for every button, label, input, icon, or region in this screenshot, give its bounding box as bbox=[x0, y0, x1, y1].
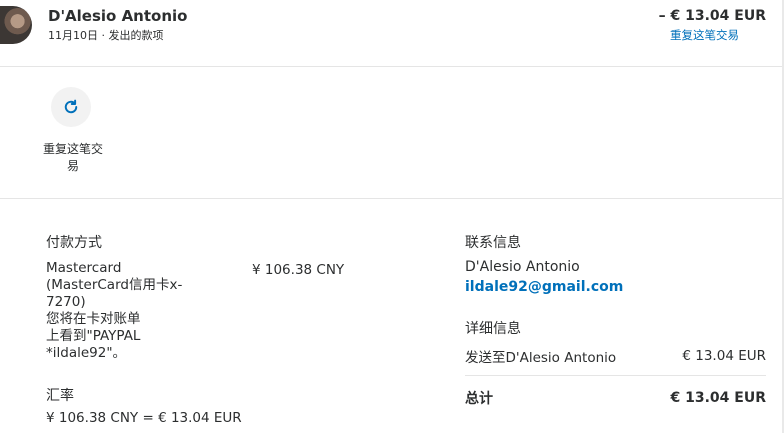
payment-method-description: Mastercard (MasterCard信用卡x- 7270) 您将在卡对账… bbox=[46, 260, 196, 362]
contact-name: D'Alesio Antonio bbox=[465, 259, 580, 275]
action-bar: 重复这笔交易 bbox=[0, 67, 784, 199]
payment-amount: ¥ 106.38 CNY bbox=[252, 262, 345, 278]
sent-to-label: 发送至D'Alesio Antonio bbox=[465, 350, 617, 366]
transaction-header: D'Alesio Antonio 11月10日 · 发出的款项 – € 13.0… bbox=[0, 0, 784, 67]
payment-method-line: 7270) bbox=[46, 294, 86, 310]
contact-email-link[interactable]: ildale92@gmail.com bbox=[465, 279, 623, 295]
payment-method-title: 付款方式 bbox=[46, 235, 102, 251]
transaction-date: 11月10日 bbox=[48, 29, 98, 42]
avatar bbox=[0, 6, 32, 44]
repeat-button-label: 重复这笔交易 bbox=[42, 142, 103, 173]
refresh-icon bbox=[64, 99, 78, 114]
total-label: 总计 bbox=[465, 391, 493, 407]
exchange-rate-title: 汇率 bbox=[46, 388, 74, 404]
contact-info-title: 联系信息 bbox=[465, 235, 521, 251]
details-divider bbox=[465, 375, 766, 376]
payment-method-line: 您将在卡对账单 bbox=[46, 311, 141, 327]
details-title: 详细信息 bbox=[465, 321, 521, 337]
payment-method-line: Mastercard bbox=[46, 260, 122, 276]
repeat-transaction-button[interactable]: 重复这笔交易 bbox=[40, 87, 106, 175]
sent-to-value: € 13.04 EUR bbox=[682, 348, 766, 364]
payment-method-line: *ildale92"。 bbox=[46, 345, 127, 361]
transaction-subtitle: 11月10日 · 发出的款项 bbox=[48, 27, 164, 43]
repeat-button-circle[interactable] bbox=[51, 87, 91, 127]
exchange-rate-value: ¥ 106.38 CNY = € 13.04 EUR bbox=[46, 410, 242, 426]
payment-method-line: 上看到"PAYPAL bbox=[46, 328, 141, 344]
transaction-type: 发出的款项 bbox=[108, 29, 164, 42]
transaction-details: 付款方式 Mastercard (MasterCard信用卡x- 7270) 您… bbox=[0, 199, 784, 433]
subtitle-separator: · bbox=[101, 29, 106, 42]
transaction-amount: – € 13.04 EUR bbox=[658, 8, 766, 24]
total-value: € 13.04 EUR bbox=[670, 390, 766, 406]
payment-method-line: (MasterCard信用卡x- bbox=[46, 277, 183, 293]
repeat-transaction-link[interactable]: 重复这笔交易 bbox=[670, 27, 739, 43]
recipient-name: D'Alesio Antonio bbox=[48, 7, 188, 25]
